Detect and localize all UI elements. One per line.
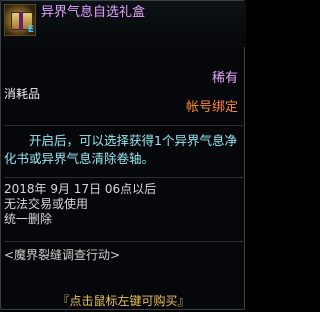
divider	[4, 125, 243, 126]
divider	[4, 177, 243, 178]
item-validity: 2018年 9月 17日 06点以后 无法交易或使用 统一删除	[4, 182, 156, 227]
item-description: 开启后，可以选择获得1个异界气息净化书或异界气息清除卷轴。	[4, 133, 237, 166]
validity-date: 2018年 9月 17日 06点以后	[4, 182, 157, 196]
item-grade-badge: E	[27, 25, 34, 35]
item-bind-status: 帐号绑定	[185, 100, 238, 115]
tooltip-header: E 异界气息自选礼盒	[1, 1, 246, 47]
gift-box-ribbon	[19, 12, 23, 30]
validity-removal: 统一删除	[4, 212, 53, 226]
item-title: 异界气息自选礼盒	[41, 5, 146, 20]
item-tooltip: E 异界气息自选礼盒 稀有 消耗品 帐号绑定 开启后，可以选择获得1个异界气息净…	[0, 0, 246, 310]
divider	[4, 241, 243, 242]
gift-box-icon: E	[4, 4, 36, 36]
buy-prompt[interactable]: 『点击鼠标左键可购买』	[1, 294, 246, 309]
item-type: 消耗品	[4, 87, 41, 101]
item-source-event: <魔界裂缝调查行动>	[4, 248, 121, 262]
validity-restriction: 无法交易或使用	[4, 197, 89, 211]
item-rarity: 稀有	[211, 71, 238, 86]
